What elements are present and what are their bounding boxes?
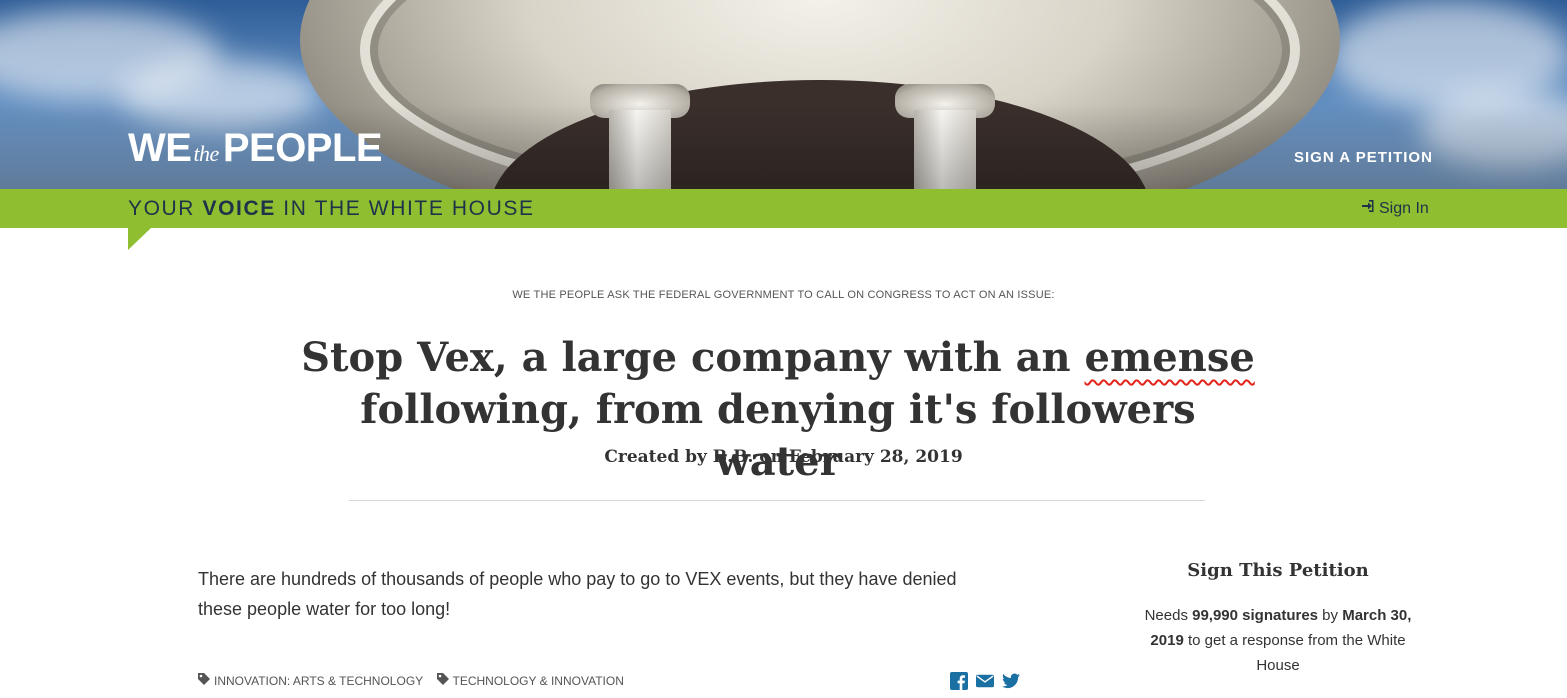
we-the-people-logo[interactable]: WEthe PEOPLE bbox=[128, 124, 383, 178]
sign-a-petition-link[interactable]: SIGN A PETITION bbox=[1294, 149, 1433, 166]
tag-icon bbox=[197, 672, 211, 689]
petition-body: There are hundreds of thousands of peopl… bbox=[198, 569, 957, 619]
sign-in-link[interactable]: Sign In bbox=[1359, 199, 1429, 218]
sign-in-label: Sign In bbox=[1379, 200, 1429, 217]
petition-ask-label: WE THE PEOPLE ASK THE FEDERAL GOVERNMENT… bbox=[512, 289, 1055, 301]
facebook-icon[interactable] bbox=[950, 672, 968, 690]
email-icon[interactable] bbox=[976, 672, 994, 690]
signature-count: 99,990 signatures bbox=[1192, 607, 1319, 624]
misspelled-word: emense bbox=[1084, 334, 1255, 381]
issue-tags: INNOVATION: ARTS & TECHNOLOGY TECHNOLOGY… bbox=[197, 672, 633, 689]
tag-innovation-arts-technology[interactable]: INNOVATION: ARTS & TECHNOLOGY bbox=[197, 672, 423, 689]
tag-technology-innovation[interactable]: TECHNOLOGY & INNOVATION bbox=[436, 672, 624, 689]
sign-in-icon bbox=[1359, 199, 1377, 216]
share-buttons bbox=[950, 672, 1020, 690]
divider bbox=[349, 500, 1205, 501]
tagline: YOUR VOICE IN THE WHITE HOUSE bbox=[128, 197, 535, 220]
tag-label: INNOVATION: ARTS & TECHNOLOGY bbox=[214, 673, 424, 688]
tag-label: TECHNOLOGY & INNOVATION bbox=[452, 673, 624, 688]
signature-goal-text: Needs 99,990 signatures by March 30, 201… bbox=[1144, 607, 1412, 674]
twitter-icon[interactable] bbox=[1002, 672, 1020, 690]
sign-this-petition-heading: Sign This Petition bbox=[1187, 560, 1369, 581]
tagline-notch bbox=[128, 228, 151, 250]
petition-created-by: Created by B.B. on February 28, 2019 bbox=[604, 447, 963, 467]
tag-icon bbox=[436, 672, 450, 689]
